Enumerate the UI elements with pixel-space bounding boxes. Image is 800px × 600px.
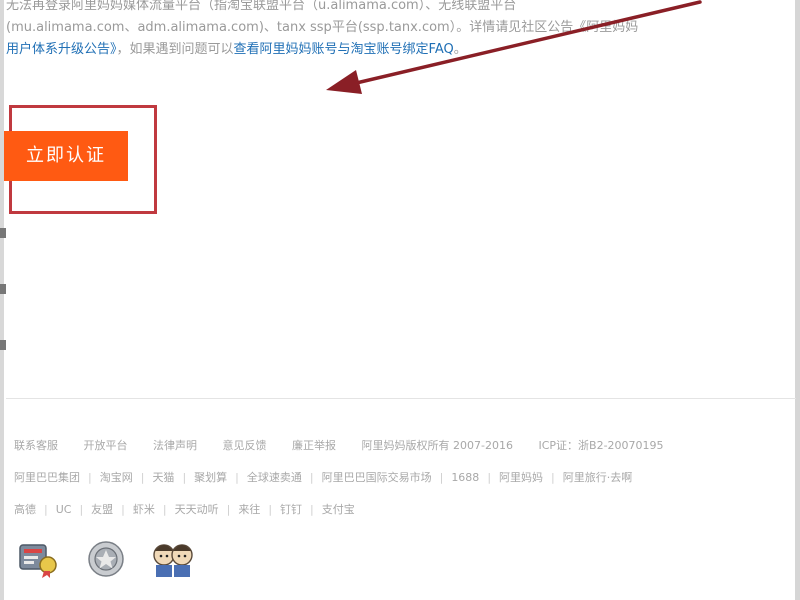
footer-separator: | xyxy=(226,503,231,516)
footer-link-feedback[interactable]: 意见反馈 xyxy=(223,437,267,453)
footer-copyright: 阿里妈妈版权所有 2007-2016 xyxy=(361,439,513,452)
footer-separator: | xyxy=(235,471,239,484)
footer-link-customer-service[interactable]: 联系客服 xyxy=(14,437,58,453)
footer-link-ttpod[interactable]: 天天动听 xyxy=(175,501,219,517)
footer-row-3: 高德 | UC | 友盟 | 虾米 | 天天动听 | 来往 | 钉钉 | 支付宝 xyxy=(14,501,355,517)
footer-separator: | xyxy=(162,503,167,516)
page: 无法再登录阿里妈妈媒体流量平台（指淘宝联盟平台（u.alimama.com）、无… xyxy=(0,0,800,600)
footer-link-alimama[interactable]: 阿里妈妈 xyxy=(499,469,543,485)
footer-link-integrity-report[interactable]: 廉正举报 xyxy=(292,437,336,453)
footer-link-dingtalk[interactable]: 钉钉 xyxy=(280,501,302,517)
footer-link-legal[interactable]: 法律声明 xyxy=(153,437,197,453)
footer-link-open-platform[interactable]: 开放平台 xyxy=(84,437,128,453)
footer-link-1688[interactable]: 1688 xyxy=(451,471,479,484)
footer-icp: ICP证：浙B2-20070195 xyxy=(538,439,664,452)
footer-separator: | xyxy=(79,503,84,516)
footer-separator: | xyxy=(310,503,314,516)
footer-separator: | xyxy=(268,503,273,516)
footer-separator: | xyxy=(140,471,145,484)
footer-link-tmall[interactable]: 天猫 xyxy=(152,469,174,485)
footer-link-xiami[interactable]: 虾米 xyxy=(133,501,155,517)
footer-link-juhuasuan[interactable]: 聚划算 xyxy=(194,469,227,485)
footer-link-laiwang[interactable]: 来往 xyxy=(238,501,260,517)
footer-link-alipay[interactable]: 支付宝 xyxy=(322,501,355,517)
footer-separator: | xyxy=(182,471,187,484)
footer-link-amap[interactable]: 高德 xyxy=(14,501,36,517)
footer-link-alibaba-group[interactable]: 阿里巴巴集团 xyxy=(14,469,80,485)
footer-separator: | xyxy=(44,503,48,516)
certificate-badge-icon[interactable] xyxy=(16,539,60,583)
footer-separator: | xyxy=(487,471,492,484)
footer-link-umeng[interactable]: 友盟 xyxy=(91,501,113,517)
footer-separator: | xyxy=(309,471,314,484)
footer-link-aliexpress[interactable]: 全球速卖通 xyxy=(247,469,302,485)
footer-row-2: 阿里巴巴集团 | 淘宝网 | 天猫 | 聚划算 | 全球速卖通 | 阿里巴巴国际交易市场 | 1688 |… xyxy=(14,469,632,485)
verify-now-button[interactable]: 立即认证 xyxy=(4,131,128,181)
footer-link-alitrip[interactable]: 阿里旅行·去啊 xyxy=(563,469,633,485)
footer-separator: | xyxy=(121,503,125,516)
footer-link-uc[interactable]: UC xyxy=(56,503,72,516)
footer-link-alibaba-international[interactable]: 阿里巴巴国际交易市场 xyxy=(322,469,432,485)
footer-row-1: 联系客服 开放平台 法律声明 意见反馈 廉正举报 阿里妈妈版权所有 2007-2… xyxy=(14,437,686,453)
footer-link-taobao[interactable]: 淘宝网 xyxy=(100,469,133,485)
footer-separator: | xyxy=(88,471,92,484)
footer: 联系客服 开放平台 法律声明 意见反馈 廉正举报 阿里妈妈版权所有 2007-2… xyxy=(6,398,796,578)
footer-separator: | xyxy=(551,471,555,484)
footer-separator: | xyxy=(439,471,444,484)
annotation-arrow xyxy=(326,0,702,94)
police-badge-icon[interactable] xyxy=(86,539,126,583)
cartoon-badge-icon[interactable] xyxy=(150,539,196,583)
